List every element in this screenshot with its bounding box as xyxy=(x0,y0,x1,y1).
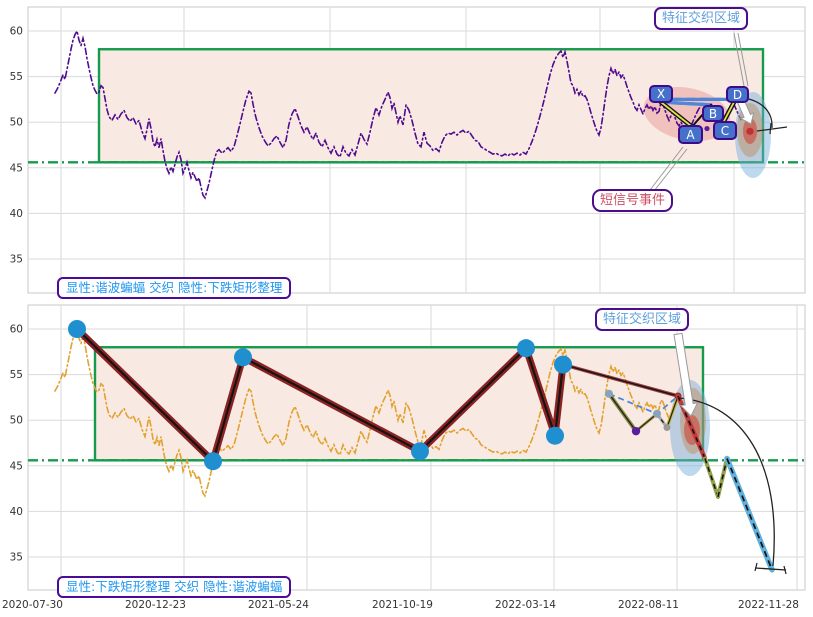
swing-point-dot xyxy=(546,427,564,445)
chart-canvas: 60 55 50 45 40 35 60 55 50 45 40 35 2020-07-30 2020-1… xyxy=(0,0,813,617)
y-tick-label: 60 xyxy=(10,324,23,336)
mini-pattern-dot xyxy=(653,410,661,418)
y-tick-label: 45 xyxy=(10,162,23,174)
swing-point-dot xyxy=(517,339,535,357)
swing-point-dot xyxy=(204,452,222,470)
panel1-annotation-short-signal: 短信号事件 xyxy=(592,189,673,212)
swing-point-dot xyxy=(411,442,429,460)
y-tick-label: 55 xyxy=(10,71,23,83)
x-tick-label: 2021-10-19 xyxy=(372,599,433,611)
swing-point-dot xyxy=(68,320,86,338)
x-tick-label: 2021-05-24 xyxy=(248,599,309,611)
y-tick-label: 35 xyxy=(10,552,23,564)
short-signal-dot xyxy=(746,128,753,135)
x-tick-label: 2022-03-14 xyxy=(495,599,556,611)
panel2-legend-label: 显性:下跌矩形整理 交织 隐性:谐波蝙蝠 xyxy=(57,576,291,598)
pattern-label-X: X xyxy=(649,85,673,103)
pattern-label-A: A xyxy=(678,125,703,144)
figure: 60 55 50 45 40 35 60 55 50 45 40 35 2020-07-30 2020-1… xyxy=(0,0,813,617)
swing-point-dot xyxy=(554,356,572,374)
mini-pattern-dot xyxy=(605,390,613,398)
y-tick-label: 45 xyxy=(10,460,23,472)
mini-purple-dot xyxy=(704,126,709,131)
x-tick-label: 2022-11-28 xyxy=(738,599,799,611)
y-tick-label: 50 xyxy=(10,415,23,427)
x-tick-label: 2022-08-11 xyxy=(618,599,679,611)
mini-pattern-dot-purple xyxy=(632,427,640,435)
x-tick-label: 2020-07-30 xyxy=(2,599,63,611)
y-tick-label: 40 xyxy=(10,208,23,220)
y-tick-label: 60 xyxy=(10,26,23,38)
pattern-label-B: B xyxy=(702,105,724,122)
y-tick-label: 35 xyxy=(10,254,23,266)
panel2-annotation-interweave: 特征交织区域 xyxy=(595,308,689,331)
panel1-annotation-interweave: 特征交织区域 xyxy=(654,7,748,30)
pattern-label-D: D xyxy=(726,86,749,103)
y-tick-label: 40 xyxy=(10,506,23,518)
swing-point-dot xyxy=(234,348,252,366)
y-tick-label: 50 xyxy=(10,117,23,129)
pattern-label-C: C xyxy=(713,121,737,140)
y-tick-label: 55 xyxy=(10,369,23,381)
mini-pattern-dot xyxy=(664,424,671,431)
x-tick-label: 2020-12-23 xyxy=(125,599,186,611)
panel1-legend-label: 显性:谐波蝙蝠 交织 隐性:下跌矩形整理 xyxy=(57,277,291,299)
